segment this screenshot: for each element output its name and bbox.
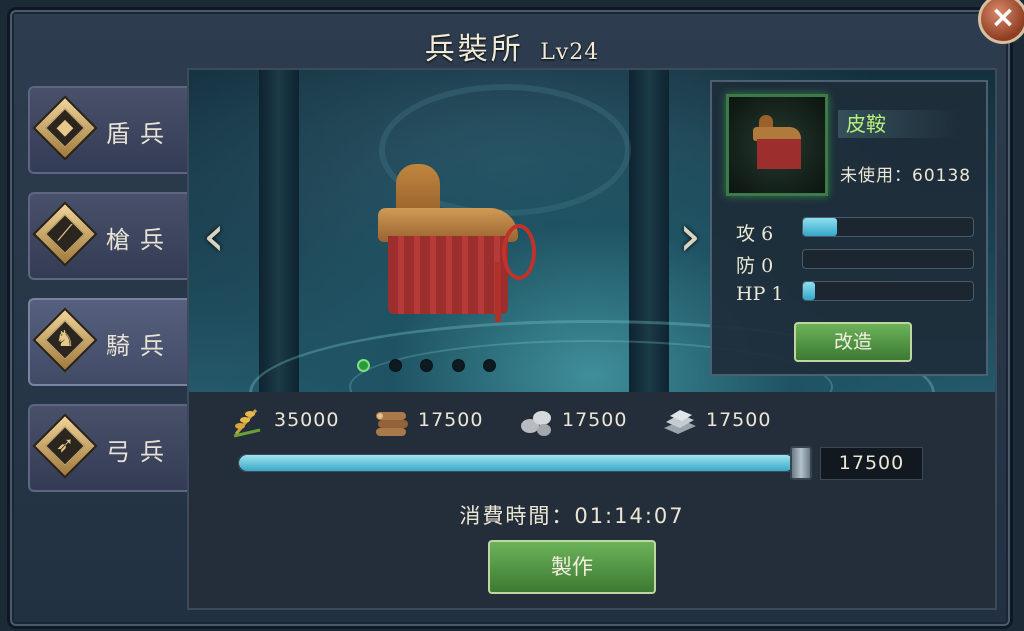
saddle-image xyxy=(378,162,548,322)
stat-defense-bar xyxy=(802,249,974,269)
tab-cavalry[interactable]: ♞ 騎兵 xyxy=(28,298,190,386)
upgrade-button[interactable]: 改造 xyxy=(794,322,912,362)
tab-label: 騎兵 xyxy=(106,332,174,360)
chevron-right-icon: › xyxy=(678,204,702,269)
carousel-dot[interactable] xyxy=(483,359,496,372)
craft-button[interactable]: 製作 xyxy=(488,540,656,594)
stat-defense-label: 防 0 xyxy=(736,255,774,277)
quantity-field[interactable]: 17500 xyxy=(820,447,923,480)
quantity-slider-handle[interactable] xyxy=(790,446,812,480)
consume-time: 消費時間：01:14:07 xyxy=(459,504,685,528)
tab-label: 盾兵 xyxy=(106,120,174,148)
iron-icon xyxy=(664,410,696,434)
carousel-dot[interactable] xyxy=(452,359,465,372)
item-name: 皮鞍 xyxy=(838,110,960,138)
carousel-dot[interactable] xyxy=(420,359,433,372)
chevron-left-icon: ‹ xyxy=(202,204,226,269)
pillar xyxy=(259,70,299,392)
tab-label: 弓兵 xyxy=(106,438,174,466)
tab-label: 槍兵 xyxy=(106,226,174,254)
carousel-dot[interactable] xyxy=(389,359,402,372)
next-arrow-button[interactable]: › xyxy=(672,207,708,267)
unused-count: 未使用：60138 xyxy=(840,166,972,186)
stat-attack-label: 攻 6 xyxy=(736,223,774,245)
stat-hp-bar xyxy=(802,281,974,301)
close-icon: × xyxy=(990,0,1016,35)
wheat-icon xyxy=(233,409,261,438)
tab-archer[interactable]: ➶ 弓兵 xyxy=(28,404,190,492)
carousel-dot[interactable] xyxy=(357,359,370,372)
carousel-dots xyxy=(357,358,507,374)
stat-hp-label: HP 1 xyxy=(736,283,784,305)
title-level: Lv24 xyxy=(540,40,600,65)
tab-shield[interactable]: ◆ 盾兵 xyxy=(28,86,190,174)
prev-arrow-button[interactable]: ‹ xyxy=(196,207,232,267)
stone-icon xyxy=(521,411,551,436)
page-title: 兵裝所 Lv24 xyxy=(0,24,1024,68)
wood-icon xyxy=(376,412,408,436)
quantity-slider[interactable] xyxy=(238,454,806,472)
item-thumbnail xyxy=(726,94,828,196)
title-text: 兵裝所 xyxy=(424,32,524,67)
stat-attack-bar xyxy=(802,217,974,237)
tab-spear[interactable]: ⟋ 槍兵 xyxy=(28,192,190,280)
